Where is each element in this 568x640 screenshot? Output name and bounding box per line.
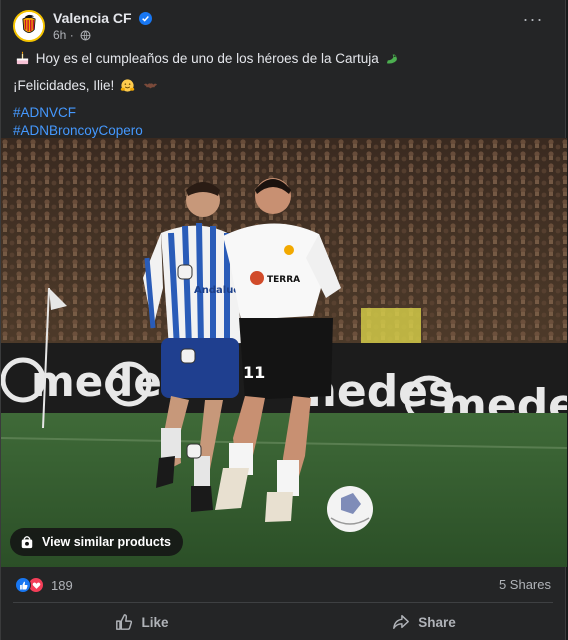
post-card: Valencia CF 6h · ··· Hoy es el cumpleaño… xyxy=(0,0,567,640)
post-photo[interactable]: medes medes medes Andalucía xyxy=(1,138,567,567)
share-label: Share xyxy=(418,614,456,630)
post-actions: Like Share xyxy=(1,604,565,640)
page-name[interactable]: Valencia CF xyxy=(53,10,132,26)
player-number: 11 xyxy=(243,363,265,382)
valencia-crest-icon xyxy=(15,12,43,40)
post-meta: 6h · xyxy=(53,28,91,42)
shopping-bag-icon xyxy=(21,536,33,549)
page-name-row: Valencia CF xyxy=(53,10,153,26)
page-avatar[interactable] xyxy=(13,10,45,42)
like-reaction-icon xyxy=(15,577,31,593)
reaction-count: 189 xyxy=(51,577,73,593)
svg-text:TERRA: TERRA xyxy=(267,275,300,285)
post-text: Hoy es el cumpleaños de uno de los héroe… xyxy=(13,50,402,140)
post-line-2-text: ¡Felicidades, Ilie! xyxy=(13,78,115,93)
hugging-face-icon xyxy=(120,79,135,92)
post-stats: 189 5 Shares xyxy=(1,567,565,603)
more-options-icon[interactable]: ··· xyxy=(517,10,549,32)
like-label: Like xyxy=(141,614,169,630)
share-count[interactable]: 5 Shares xyxy=(499,577,551,592)
view-similar-products-button[interactable]: View similar products xyxy=(10,528,183,556)
birthday-cake-icon xyxy=(16,51,29,65)
hashtag-adnvcf[interactable]: #ADNVCF xyxy=(13,104,402,122)
football xyxy=(327,486,373,532)
bat-icon xyxy=(143,83,157,89)
post-header: Valencia CF 6h · ··· xyxy=(1,0,565,44)
share-arrow-icon xyxy=(393,614,410,630)
like-button[interactable]: Like xyxy=(1,604,283,640)
globe-icon xyxy=(80,30,91,41)
actions-divider xyxy=(13,602,553,603)
thumbs-up-icon xyxy=(116,614,133,630)
post-line-1: Hoy es el cumpleaños de uno de los héroe… xyxy=(13,50,402,68)
post-line-2: ¡Felicidades, Ilie! xyxy=(13,77,402,95)
football-match-photo: medes medes medes Andalucía xyxy=(1,138,567,567)
verified-badge-icon xyxy=(139,12,153,25)
post-line-1-text: Hoy es el cumpleaños de uno de los héroe… xyxy=(35,51,379,66)
reactions-summary[interactable]: 189 xyxy=(15,577,73,593)
view-similar-products-label: View similar products xyxy=(42,535,171,549)
post-time[interactable]: 6h xyxy=(53,28,66,42)
dragon-icon xyxy=(386,54,397,64)
share-button[interactable]: Share xyxy=(283,604,565,640)
